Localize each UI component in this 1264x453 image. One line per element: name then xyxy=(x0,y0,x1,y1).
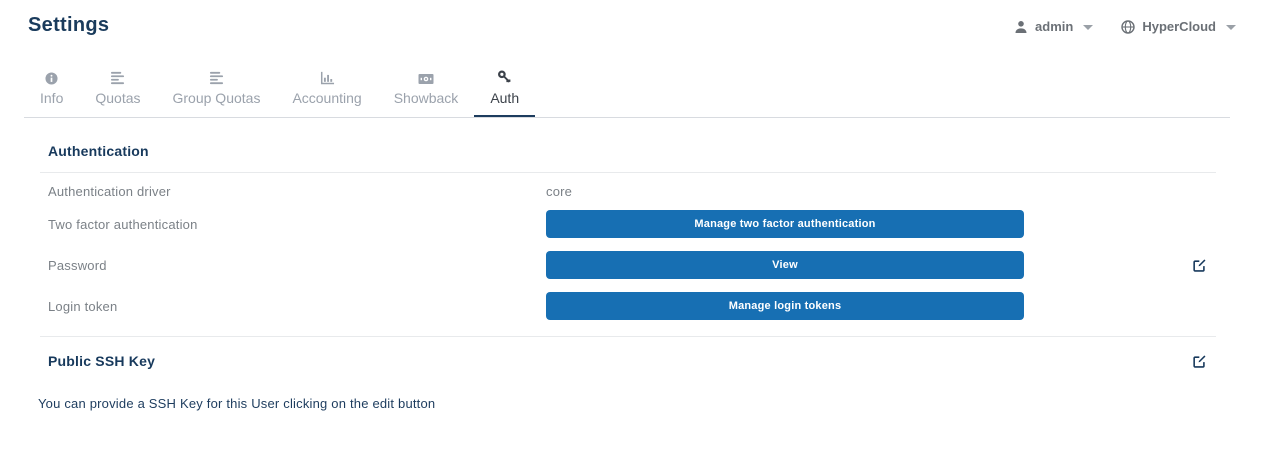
align-left-icon xyxy=(209,70,224,85)
money-bill-icon xyxy=(418,70,434,85)
top-bar: Settings admin HyperCloud xyxy=(0,0,1264,37)
tab-accounting[interactable]: Accounting xyxy=(276,65,377,117)
zone-menu[interactable]: HyperCloud xyxy=(1121,19,1236,34)
tab-label: Quotas xyxy=(95,90,140,106)
zone-menu-label: HyperCloud xyxy=(1142,19,1216,34)
chevron-down-icon xyxy=(1083,25,1093,30)
key-icon xyxy=(497,70,512,85)
edit-square-icon[interactable] xyxy=(1192,354,1207,369)
tab-label: Info xyxy=(40,90,63,106)
login-token-label: Login token xyxy=(40,299,546,314)
align-left-icon xyxy=(110,70,125,85)
page-title: Settings xyxy=(28,14,109,37)
tab-auth[interactable]: Auth xyxy=(474,65,535,117)
tab-label: Showback xyxy=(394,90,459,106)
manage-login-tokens-button[interactable]: Manage login tokens xyxy=(546,292,1024,320)
user-menu-label: admin xyxy=(1035,19,1073,34)
auth-driver-label: Authentication driver xyxy=(40,184,546,199)
tab-label: Auth xyxy=(490,90,519,106)
authentication-section-title: Authentication xyxy=(40,118,1216,172)
login-token-row: Login token Manage login tokens xyxy=(40,286,1216,327)
user-icon xyxy=(1014,20,1028,34)
auth-driver-value: core xyxy=(546,184,1024,199)
auth-driver-row: Authentication driver core xyxy=(40,173,1216,204)
info-circle-icon xyxy=(45,70,58,85)
settings-tab-bar: Info Quotas Group Quotas Accounting Show… xyxy=(24,65,1230,118)
view-password-button[interactable]: View xyxy=(546,251,1024,279)
tab-label: Accounting xyxy=(292,90,361,106)
chart-bar-icon xyxy=(320,70,335,85)
chevron-down-icon xyxy=(1226,25,1236,30)
tab-quotas[interactable]: Quotas xyxy=(79,65,156,117)
two-factor-label: Two factor authentication xyxy=(40,217,546,232)
tab-group-quotas[interactable]: Group Quotas xyxy=(157,65,277,117)
tab-showback[interactable]: Showback xyxy=(378,65,475,117)
two-factor-row: Two factor authentication Manage two fac… xyxy=(40,204,1216,245)
ssh-key-section-header: Public SSH Key xyxy=(40,337,1216,369)
password-label: Password xyxy=(40,258,546,273)
password-row: Password View xyxy=(40,245,1216,286)
edit-square-icon[interactable] xyxy=(1192,258,1216,273)
ssh-key-section-title: Public SSH Key xyxy=(48,353,155,369)
tab-label: Group Quotas xyxy=(173,90,261,106)
globe-icon xyxy=(1121,20,1135,34)
ssh-key-helper-text: You can provide a SSH Key for this User … xyxy=(38,396,1216,411)
user-menu[interactable]: admin xyxy=(1014,19,1093,34)
header-menus: admin HyperCloud xyxy=(1014,19,1236,34)
manage-two-factor-button[interactable]: Manage two factor authentication xyxy=(546,210,1024,238)
tab-info[interactable]: Info xyxy=(24,65,79,117)
auth-settings-panel: Authentication Authentication driver cor… xyxy=(40,118,1216,411)
